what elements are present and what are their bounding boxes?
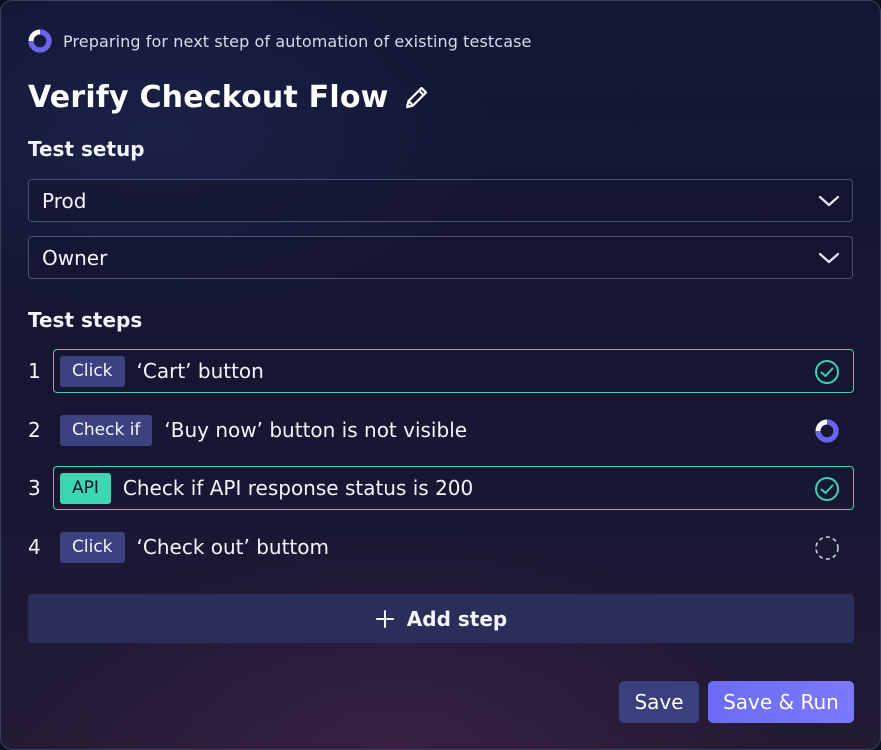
add-step-button[interactable]: Add step: [28, 594, 854, 643]
test-setup-label: Test setup: [28, 137, 145, 161]
role-value: Owner: [42, 245, 108, 270]
step-action-badge: Check if: [60, 414, 153, 446]
step-description: ‘Cart’ button: [136, 359, 264, 383]
page-title: Verify Checkout Flow: [28, 79, 389, 115]
role-select[interactable]: Owner: [28, 236, 853, 279]
step-box[interactable]: Check if ‘Buy now’ button is not visible: [53, 408, 854, 452]
step-description: ‘Check out’ buttom: [136, 535, 329, 559]
test-step-2[interactable]: 2 Check if ‘Buy now’ button is not visib…: [28, 408, 854, 452]
step-number: 3: [28, 476, 41, 500]
check-circle-icon: [815, 477, 839, 501]
progress-spinner-icon: [28, 29, 52, 53]
step-box[interactable]: API Check if API response status is 200: [53, 466, 854, 510]
save-button[interactable]: Save: [619, 681, 699, 723]
test-case-panel: Preparing for next step of automation of…: [0, 0, 881, 750]
pencil-icon[interactable]: [403, 83, 431, 111]
pending-circle-icon: [815, 536, 839, 560]
step-description: ‘Buy now’ button is not visible: [164, 418, 468, 442]
check-circle-icon: [815, 360, 839, 384]
step-action-badge: Click: [60, 355, 125, 387]
status-bar: Preparing for next step of automation of…: [27, 28, 532, 54]
step-description: Check if API response status is 200: [122, 476, 474, 500]
status-text: Preparing for next step of automation of…: [63, 31, 532, 51]
step-box[interactable]: Click ‘Cart’ button: [53, 349, 854, 393]
step-number: 2: [28, 418, 41, 442]
environment-value: Prod: [42, 188, 87, 213]
environment-select[interactable]: Prod: [28, 179, 853, 222]
step-action-badge: Click: [60, 531, 125, 563]
test-step-4[interactable]: 4 Click ‘Check out’ buttom: [28, 525, 854, 569]
add-step-label: Add step: [406, 606, 508, 631]
step-box[interactable]: Click ‘Check out’ buttom: [53, 525, 854, 569]
progress-spinner-icon: [815, 419, 839, 443]
step-number: 1: [28, 359, 41, 383]
test-steps-label: Test steps: [28, 308, 143, 332]
plus-icon: [375, 609, 394, 628]
chevron-down-icon: [818, 195, 840, 206]
test-step-3[interactable]: 3 API Check if API response status is 20…: [28, 466, 854, 510]
title-row: Verify Checkout Flow: [28, 77, 431, 117]
step-number: 4: [28, 535, 41, 559]
test-step-1[interactable]: 1 Click ‘Cart’ button: [28, 349, 854, 393]
step-action-badge: API: [60, 472, 111, 504]
save-and-run-button[interactable]: Save & Run: [708, 681, 854, 723]
chevron-down-icon: [818, 252, 840, 263]
